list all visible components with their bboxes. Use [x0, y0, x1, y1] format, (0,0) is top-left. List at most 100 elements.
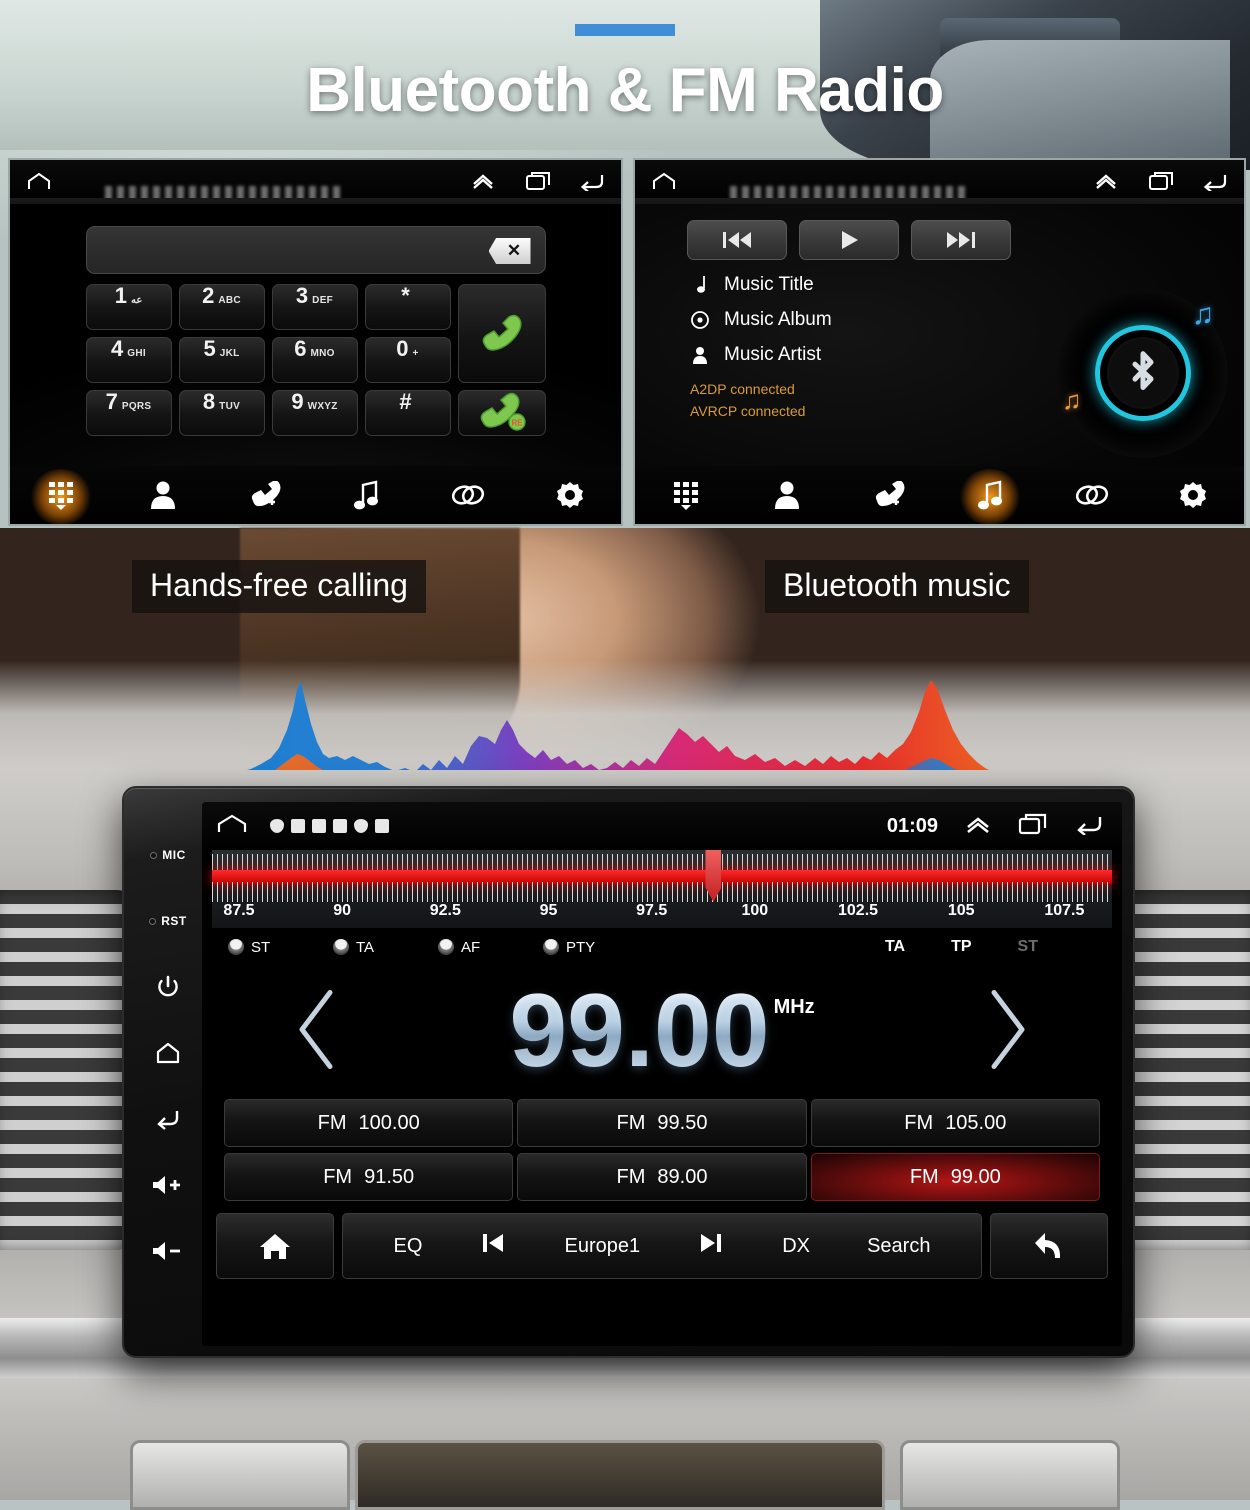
chevron-up-icon[interactable] — [1094, 171, 1120, 193]
dialpad-key-digit: 3 — [295, 283, 309, 308]
tune-down-button[interactable] — [290, 986, 346, 1077]
chevron-up-icon[interactable] — [471, 171, 497, 193]
dialpad-key-2[interactable]: 2 ABC — [178, 284, 265, 330]
frequency-readout: 99.00 MHz — [509, 979, 814, 1083]
toolbar-eq-button[interactable]: EQ — [394, 1235, 423, 1258]
preset-frequency: 89.00 — [657, 1165, 708, 1188]
nav-item-calllog[interactable] — [235, 474, 295, 520]
caption-bluetooth-music: Bluetooth music — [765, 560, 1029, 613]
phone-number-input[interactable]: ✕ — [85, 226, 546, 274]
dialpad-key-5[interactable]: 5 JKL — [178, 337, 265, 383]
toolbar-band-button[interactable]: Europe1 — [565, 1235, 641, 1258]
home-icon[interactable] — [216, 813, 248, 840]
volume-up-button[interactable] — [134, 1152, 202, 1218]
preset-button-1[interactable]: FM 100.00 — [224, 1099, 514, 1147]
dialer-body: ✕ 1 عه 2 ABC 3 DEF * 4 GHI 5 JKL 6 MNO 0 + 7 PQRS 8 TUV 9 WX… — [10, 204, 621, 524]
nav-item-contacts[interactable] — [757, 474, 817, 520]
dialpad-key-7[interactable]: 7 PQRS — [85, 390, 172, 436]
toolbar-search-button[interactable]: Search — [867, 1235, 930, 1258]
dialpad-key-star[interactable]: * — [364, 284, 451, 330]
back-icon[interactable] — [1074, 813, 1104, 840]
preset-button-4[interactable]: FM 91.50 — [224, 1153, 514, 1201]
rds-flag-ta: TA — [884, 938, 906, 955]
nav-item-keypad[interactable] — [31, 474, 91, 520]
volume-down-button[interactable] — [134, 1218, 202, 1284]
dialpad-key-6[interactable]: 6 MNO — [271, 337, 358, 383]
home-icon[interactable] — [26, 171, 52, 193]
preset-button-6[interactable]: FM 99.00 — [810, 1153, 1100, 1201]
chevron-up-icon[interactable] — [964, 813, 992, 840]
toolbar-prev-button[interactable] — [479, 1229, 507, 1263]
fm-statusbar: 01:09 — [202, 802, 1122, 850]
rds-toggle-pty[interactable]: PTY — [543, 939, 648, 956]
redial-button[interactable]: RE — [457, 390, 546, 436]
answer-call-button[interactable] — [457, 284, 546, 383]
reset-button[interactable]: RST — [134, 888, 202, 954]
dial-scale-labels: 87.5 90 92.5 95 97.5 100 102.5 105 107.5 — [212, 902, 1112, 926]
music-note-orange-icon: ♫ — [1062, 385, 1082, 415]
dialpad-key-letters: عه — [130, 295, 143, 306]
toolbar-dx-button[interactable]: DX — [782, 1235, 810, 1258]
disc-icon — [690, 311, 710, 329]
rds-toggle-st[interactable]: ST — [228, 939, 333, 956]
recents-icon[interactable] — [1148, 171, 1174, 193]
person-icon — [690, 346, 710, 364]
back-button[interactable] — [134, 1086, 202, 1152]
toolbar-home-button[interactable] — [216, 1213, 334, 1279]
preset-button-5[interactable]: FM 89.00 — [517, 1153, 807, 1201]
toggle-bulb-icon — [333, 939, 349, 955]
dialpad-key-hash[interactable]: # — [364, 390, 451, 436]
music-album-label: Music Album — [724, 309, 832, 330]
nav-item-keypad[interactable] — [656, 474, 716, 520]
nav-item-settings[interactable] — [1163, 474, 1223, 520]
nav-item-pair[interactable] — [438, 474, 498, 520]
nav-item-pair[interactable] — [1062, 474, 1122, 520]
app-icon-3 — [375, 819, 389, 833]
dial-label-105: 105 — [947, 902, 975, 919]
music-title-label: Music Title — [724, 274, 814, 295]
dial-label-95: 95 — [539, 902, 558, 919]
rds-toggle-ta[interactable]: TA — [333, 939, 438, 956]
transport-controls — [635, 204, 1244, 260]
power-icon — [158, 975, 178, 997]
recents-icon[interactable] — [525, 171, 551, 193]
preset-button-2[interactable]: FM 99.50 — [517, 1099, 807, 1147]
power-button[interactable] — [134, 954, 202, 1020]
nav-item-contacts[interactable] — [133, 474, 193, 520]
bluetooth-music-screen[interactable]: Music Title Music Album Music Artist A2D… — [633, 158, 1246, 526]
nav-item-calllog[interactable] — [859, 474, 919, 520]
back-icon[interactable] — [1202, 171, 1228, 193]
nav-item-music[interactable] — [960, 474, 1020, 520]
previous-track-button[interactable] — [687, 220, 787, 260]
music-note-icon — [977, 479, 1003, 515]
recents-icon[interactable] — [1018, 813, 1048, 840]
next-track-button[interactable] — [911, 220, 1011, 260]
dialpad-key-4[interactable]: 4 GHI — [85, 337, 172, 383]
nav-item-music[interactable] — [336, 474, 396, 520]
home-button[interactable] — [134, 1020, 202, 1086]
nav-item-settings[interactable] — [540, 474, 600, 520]
current-frequency-area: 99.00 MHz — [202, 964, 1122, 1099]
dialpad-key-1[interactable]: 1 عه — [85, 284, 172, 330]
back-arrow-icon — [1035, 1233, 1061, 1258]
dialpad-key-9[interactable]: 9 WXYZ — [271, 390, 358, 436]
dialpad-key-8[interactable]: 8 TUV — [178, 390, 265, 436]
backspace-button[interactable]: ✕ — [488, 238, 531, 264]
rds-status-flags: TA TP ST — [885, 938, 1096, 956]
preset-button-3[interactable]: FM 105.00 — [810, 1099, 1100, 1147]
tune-up-button[interactable] — [978, 986, 1034, 1077]
frequency-dial[interactable]: 87.5 90 92.5 95 97.5 100 102.5 105 107.5 — [212, 850, 1112, 928]
toolbar-back-button[interactable] — [990, 1213, 1108, 1279]
home-icon[interactable] — [651, 171, 677, 193]
call-log-icon — [873, 480, 905, 514]
toolbar-next-button[interactable] — [697, 1229, 725, 1263]
fm-radio-screen[interactable]: 01:09 87.5 90 92.5 95 97.5 100 102.5 105 107.5 — [202, 802, 1122, 1346]
rds-toggle-af[interactable]: AF — [438, 939, 543, 956]
play-button[interactable] — [799, 220, 899, 260]
dialpad-key-0[interactable]: 0 + — [364, 337, 451, 383]
bluetooth-call-screen[interactable]: ✕ 1 عه 2 ABC 3 DEF * 4 GHI 5 JKL 6 MNO 0 + 7 PQRS 8 TUV 9 WX… — [8, 158, 623, 526]
home-icon — [260, 1234, 290, 1259]
dialpad-key-3[interactable]: 3 DEF — [271, 283, 358, 330]
back-icon[interactable] — [579, 171, 605, 193]
bluetooth-vinyl-artwork: ♫ ♫ — [1058, 288, 1228, 458]
